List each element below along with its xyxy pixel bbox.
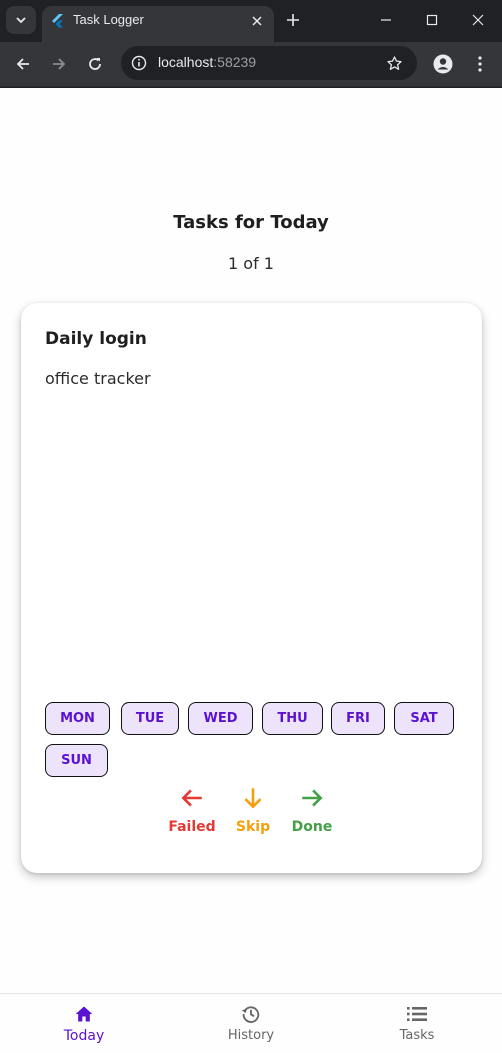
nav-label-history: History: [227, 1028, 275, 1043]
reload-icon: [89, 58, 101, 70]
url-host: localhost: [158, 54, 214, 70]
account-icon: [433, 54, 453, 74]
bottom-navigation: Today History Tasks: [0, 993, 502, 1053]
day-chip-tue[interactable]: TUE: [121, 702, 179, 735]
tab-search-button[interactable]: [6, 6, 36, 34]
browser-tab-bar: Task Logger: [0, 0, 502, 42]
nav-label-today: Today: [63, 1028, 105, 1044]
close-icon: [472, 14, 484, 26]
day-chip-thu[interactable]: THU: [262, 702, 323, 735]
browser-toolbar: localhost:58239: [0, 42, 502, 87]
failed-label: Failed: [168, 819, 216, 835]
url-text: localhost:58239: [158, 54, 256, 70]
task-actions: Failed Skip Done: [21, 783, 482, 853]
maximize-button[interactable]: [417, 6, 447, 34]
new-tab-button[interactable]: [281, 8, 305, 32]
flutter-favicon-icon: [50, 13, 66, 29]
skip-label: Skip: [235, 819, 271, 835]
reload-button[interactable]: [81, 50, 109, 78]
arrow-down-icon: [238, 783, 268, 813]
skip-button[interactable]: Skip: [233, 783, 273, 835]
profile-button[interactable]: [431, 52, 455, 76]
nav-item-today[interactable]: Today: [24, 1002, 144, 1044]
minimize-icon: [381, 19, 391, 21]
day-chip-wed[interactable]: WED: [188, 702, 253, 735]
arrow-right-icon: [53, 58, 66, 70]
close-tab-icon[interactable]: [248, 12, 266, 30]
maximize-icon: [426, 14, 438, 26]
plus-icon: [287, 14, 299, 26]
day-chip-sat[interactable]: SAT: [394, 702, 454, 735]
chevron-down-icon: [16, 17, 26, 24]
nav-label-tasks: Tasks: [399, 1028, 435, 1043]
forward-button[interactable]: [45, 50, 73, 78]
app-page: Tasks for Today 1 of 1 Daily login offic…: [0, 88, 502, 1053]
arrow-right-icon: [297, 783, 327, 813]
browser-tab[interactable]: Task Logger: [42, 6, 274, 42]
address-bar[interactable]: localhost:58239: [121, 46, 417, 80]
tab-title: Task Logger: [73, 12, 144, 27]
minimize-button[interactable]: [371, 6, 401, 34]
history-icon: [238, 1002, 264, 1026]
page-title: Tasks for Today: [173, 212, 329, 233]
back-button[interactable]: [9, 50, 37, 78]
task-title: Daily login: [45, 329, 147, 349]
done-button[interactable]: Done: [287, 783, 337, 835]
day-chip-fri[interactable]: FRI: [331, 702, 385, 735]
home-icon: [71, 1002, 97, 1026]
task-counter: 1 of 1: [228, 254, 274, 273]
more-vert-icon: [478, 56, 482, 72]
url-port: :58239: [213, 54, 257, 70]
day-chip-mon[interactable]: MON: [45, 702, 110, 735]
nav-item-tasks[interactable]: Tasks: [357, 1002, 477, 1043]
nav-item-history[interactable]: History: [191, 1002, 311, 1043]
bookmark-star-icon[interactable]: [385, 54, 403, 72]
day-chip-sun[interactable]: SUN: [45, 744, 108, 777]
list-icon: [404, 1002, 430, 1026]
task-description: office tracker: [45, 369, 151, 388]
done-label: Done: [291, 819, 333, 835]
arrow-left-icon: [16, 58, 29, 70]
arrow-left-icon: [177, 783, 207, 813]
failed-button[interactable]: Failed: [166, 783, 218, 835]
close-window-button[interactable]: [463, 6, 493, 34]
site-info-icon[interactable]: [130, 54, 148, 72]
browser-menu-button[interactable]: [468, 52, 492, 76]
task-card[interactable]: Daily login office tracker MON TUE WED T…: [21, 303, 482, 873]
